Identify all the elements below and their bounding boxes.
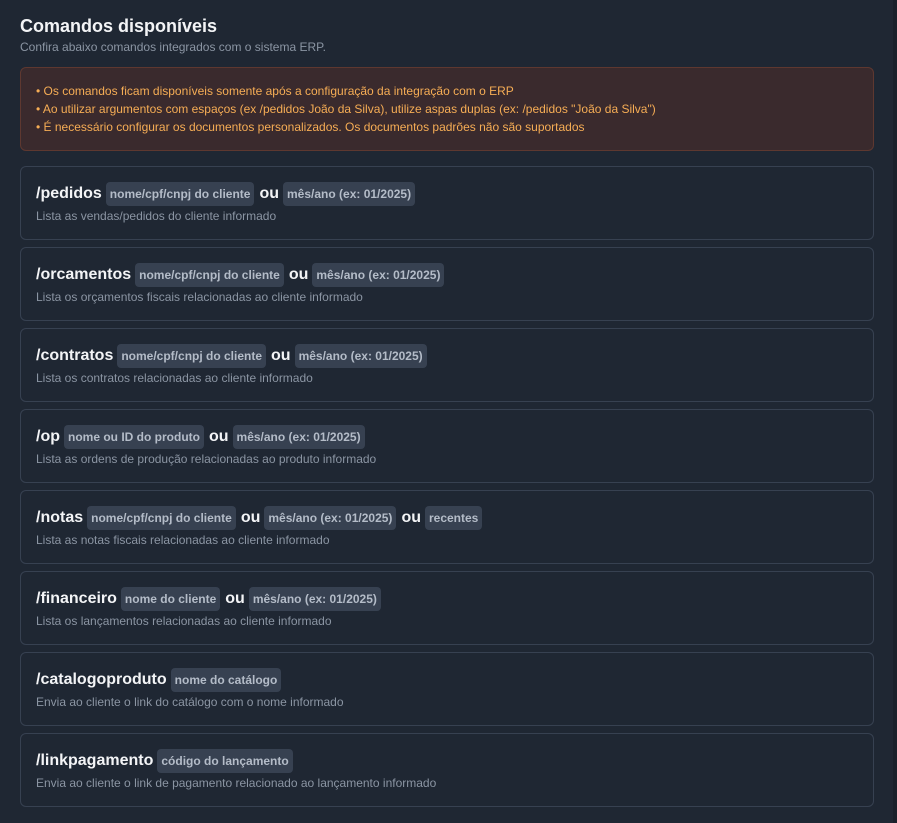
page-title: Comandos disponíveis — [20, 16, 218, 36]
argument-badge: nome ou ID do produto — [64, 425, 204, 449]
command-description: Lista as ordens de produção relacionadas… — [36, 452, 377, 466]
command-card: /pedidos nome/cpf/cnpj do cliente ou mês/an… — [20, 166, 874, 240]
command-name: /notas — [36, 509, 84, 526]
command-header: /catalogoproduto nome do catálogo — [36, 667, 873, 693]
command-header: /financeiro nome do cliente ou mês/ano (ex:… — [36, 586, 873, 612]
argument-badge: nome/cpf/cnpj do cliente — [135, 263, 284, 287]
command-name: /financeiro — [36, 590, 117, 607]
command-name: /orcamentos — [36, 266, 132, 283]
argument-badge: mês/ano (ex: 01/2025) — [312, 263, 445, 287]
scrollbar[interactable] — [893, 0, 897, 823]
command-name: /contratos — [36, 347, 114, 364]
warning-line: • Ao utilizar argumentos com espaços (ex… — [36, 102, 656, 116]
or-separator: ou — [271, 347, 291, 364]
command-header: /contratos nome/cpf/cnpj do cliente ou mês/… — [36, 343, 873, 369]
command-description: Lista os contratos relacionadas ao clien… — [36, 371, 313, 385]
argument-badge: mês/ano (ex: 01/2025) — [283, 182, 416, 206]
command-list: /pedidos nome/cpf/cnpj do cliente ou mês/an… — [20, 166, 874, 807]
command-name: /linkpagamento — [36, 752, 154, 769]
command-description: Lista as notas fiscais relacionadas ao c… — [36, 533, 330, 547]
or-separator: ou — [401, 509, 421, 526]
argument-badge: nome do catálogo — [170, 668, 282, 692]
command-description: Envia ao cliente o link do catálogo com … — [36, 695, 344, 709]
or-separator: ou — [208, 428, 229, 445]
command-header: /op nome ou ID do produto ou mês/ano (ex: 0… — [36, 424, 873, 450]
argument-badge: recentes — [424, 506, 483, 530]
command-description: Lista os lançamentos relacionadas ao cli… — [36, 614, 332, 628]
command-name: /pedidos — [36, 185, 102, 202]
argument-badge: mês/ano (ex: 01/2025) — [264, 506, 397, 530]
or-separator: ou — [225, 590, 245, 607]
argument-badge: mês/ano (ex: 01/2025) — [232, 425, 365, 449]
command-card: /orcamentos nome/cpf/cnpj do cliente ou mês… — [20, 247, 874, 321]
command-card: /op nome ou ID do produto ou mês/ano (ex: 0… — [20, 409, 874, 483]
argument-badge: código do lançamento — [157, 749, 293, 773]
page-subtitle: Confira abaixo comandos integrados com o… — [20, 40, 326, 54]
command-description: Lista as vendas/pedidos do cliente infor… — [36, 209, 277, 223]
command-header: /notas nome/cpf/cnpj do cliente ou mês/ano … — [36, 505, 873, 531]
warning-alert: • Os comandos ficam disponíveis somente … — [20, 67, 874, 151]
or-separator: ou — [240, 509, 261, 526]
command-card: /linkpagamento código do lançamento Envia … — [20, 733, 874, 807]
argument-badge: nome/cpf/cnpj do cliente — [117, 344, 267, 368]
warning-line: • Os comandos ficam disponíveis somente … — [36, 84, 514, 98]
argument-badge: nome/cpf/cnpj do cliente — [105, 182, 255, 206]
commands-panel: Comandos disponíveis Confira abaixo coma… — [20, 14, 874, 814]
command-description: Envia ao cliente o link de pagamento rel… — [36, 776, 437, 790]
command-header: /linkpagamento código do lançamento — [36, 748, 873, 774]
command-card: /notas nome/cpf/cnpj do cliente ou mês/ano … — [20, 490, 874, 564]
or-separator: ou — [259, 185, 280, 202]
command-card: /contratos nome/cpf/cnpj do cliente ou mês/… — [20, 328, 874, 402]
command-header: /orcamentos nome/cpf/cnpj do cliente ou mês… — [36, 262, 873, 288]
or-separator: ou — [288, 266, 309, 283]
command-name: /catalogoproduto — [36, 671, 167, 688]
command-header: /pedidos nome/cpf/cnpj do cliente ou mês/an… — [36, 181, 873, 207]
argument-badge: nome/cpf/cnpj do cliente — [87, 506, 236, 530]
warning-line: • É necessário configurar os documentos … — [36, 120, 585, 134]
argument-badge: nome do cliente — [120, 587, 221, 611]
command-card: /financeiro nome do cliente ou mês/ano (ex:… — [20, 571, 874, 645]
argument-badge: mês/ano (ex: 01/2025) — [248, 587, 381, 611]
command-card: /catalogoproduto nome do catálogo Envia ao… — [20, 652, 874, 726]
command-name: /op — [36, 428, 60, 445]
argument-badge: mês/ano (ex: 01/2025) — [294, 344, 427, 368]
command-description: Lista os orçamentos fiscais relacionadas… — [36, 290, 363, 304]
